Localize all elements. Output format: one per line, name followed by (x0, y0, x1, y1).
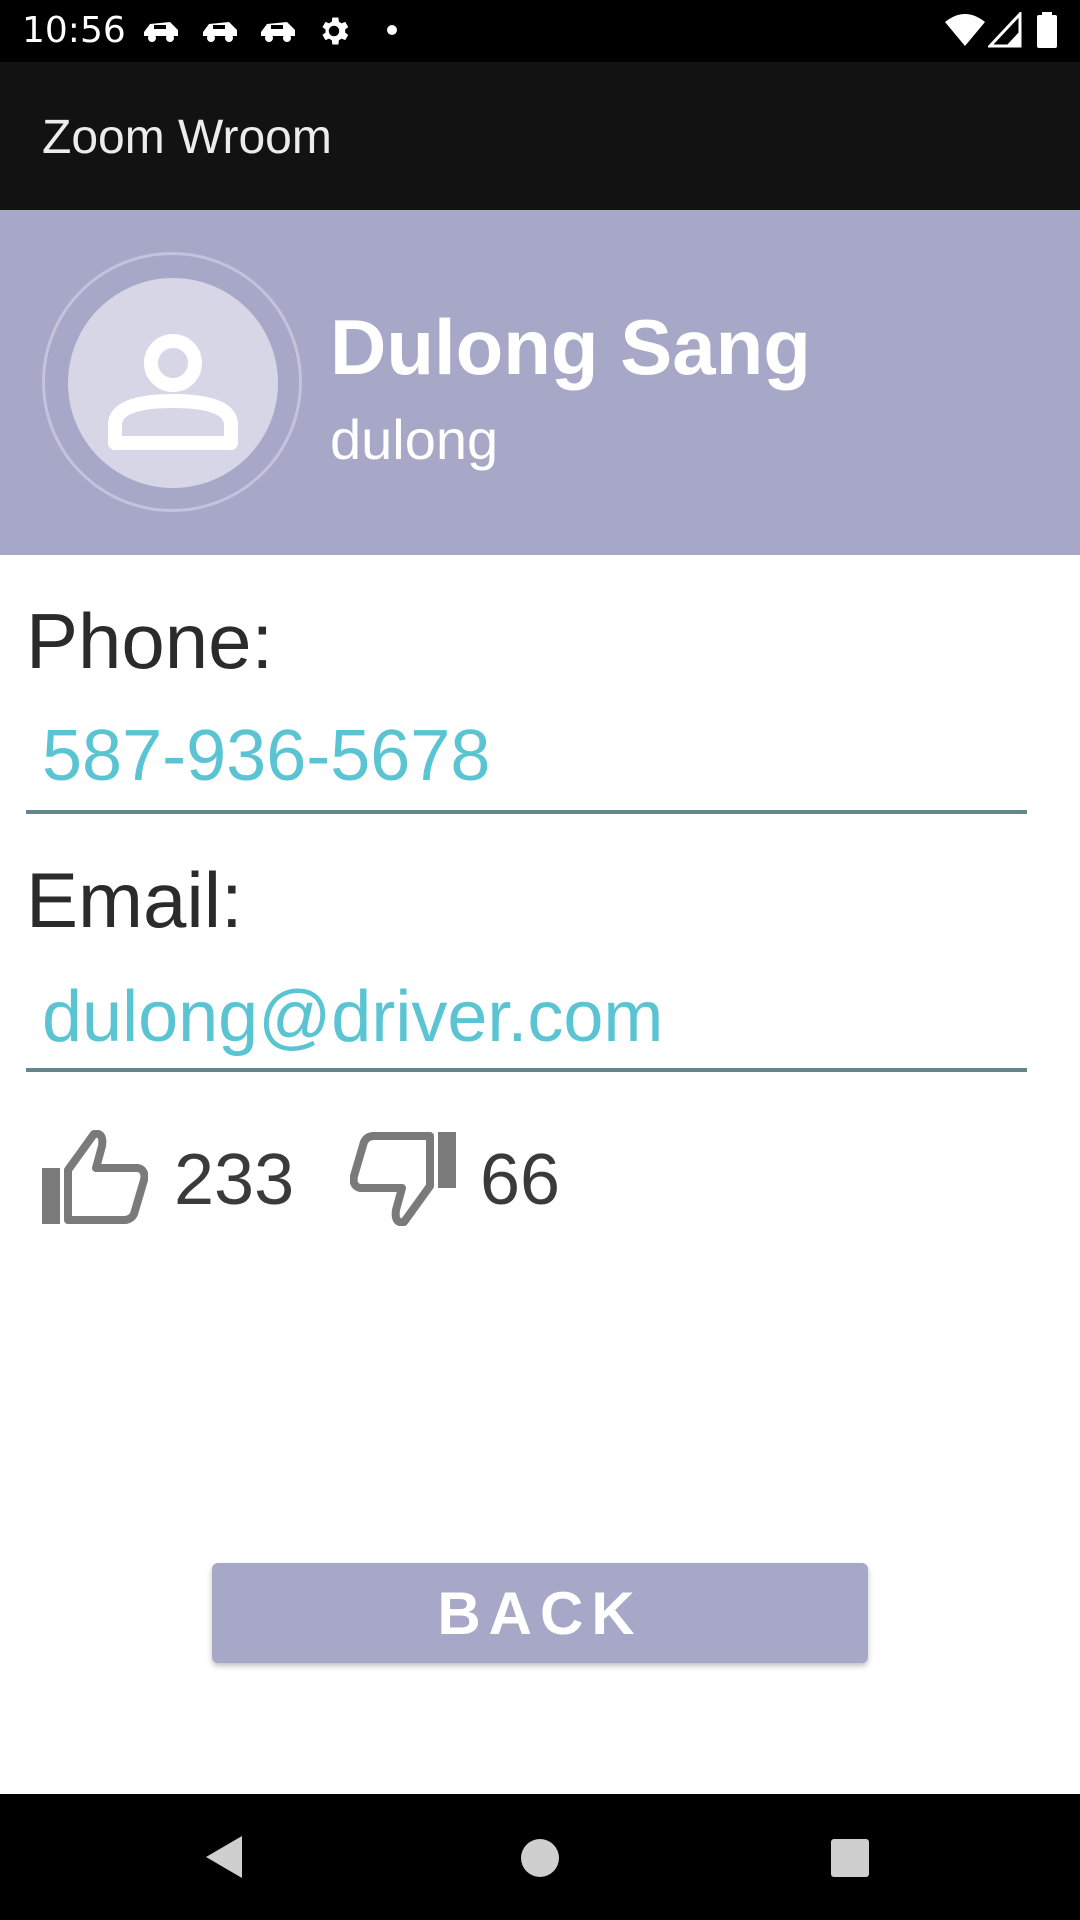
phone-field-underline (26, 810, 1027, 814)
avatar (68, 278, 278, 488)
phone-field[interactable]: 587-936-5678 (42, 714, 490, 798)
car-notification-icon (203, 22, 237, 42)
car-notification-icon (261, 22, 295, 42)
profile-header: Dulong Sang dulong (0, 210, 1080, 555)
wifi-icon (945, 14, 985, 46)
app-bar: Zoom Wroom (0, 62, 1080, 210)
dot-icon (387, 25, 397, 35)
cellular-signal-icon (988, 12, 1022, 48)
settings-gear-icon (322, 17, 349, 45)
phone-label: Phone: (26, 597, 274, 685)
battery-icon (1037, 12, 1057, 48)
recents-square-icon[interactable] (830, 1838, 870, 1878)
car-notification-icon (144, 22, 178, 42)
email-field[interactable]: dulong@driver.com (42, 975, 663, 1059)
person-icon (108, 334, 238, 450)
thumbs-down-icon[interactable] (350, 1130, 456, 1226)
status-time: 10:56 (22, 10, 126, 51)
email-label: Email: (26, 856, 243, 944)
thumbs-up-count: 233 (174, 1140, 295, 1220)
thumbs-down-count: 66 (480, 1140, 561, 1220)
profile-name: Dulong Sang (330, 303, 811, 391)
navigation-bar (0, 1794, 1080, 1920)
home-circle-icon[interactable] (520, 1838, 560, 1878)
profile-username: dulong (330, 408, 499, 471)
thumbs-up-icon[interactable] (42, 1130, 148, 1226)
back-button[interactable]: BACK (212, 1563, 868, 1663)
status-bar: 10:56 (0, 0, 1080, 62)
back-triangle-icon[interactable] (204, 1834, 244, 1880)
email-field-underline (26, 1068, 1027, 1072)
app-title: Zoom Wroom (42, 111, 332, 164)
